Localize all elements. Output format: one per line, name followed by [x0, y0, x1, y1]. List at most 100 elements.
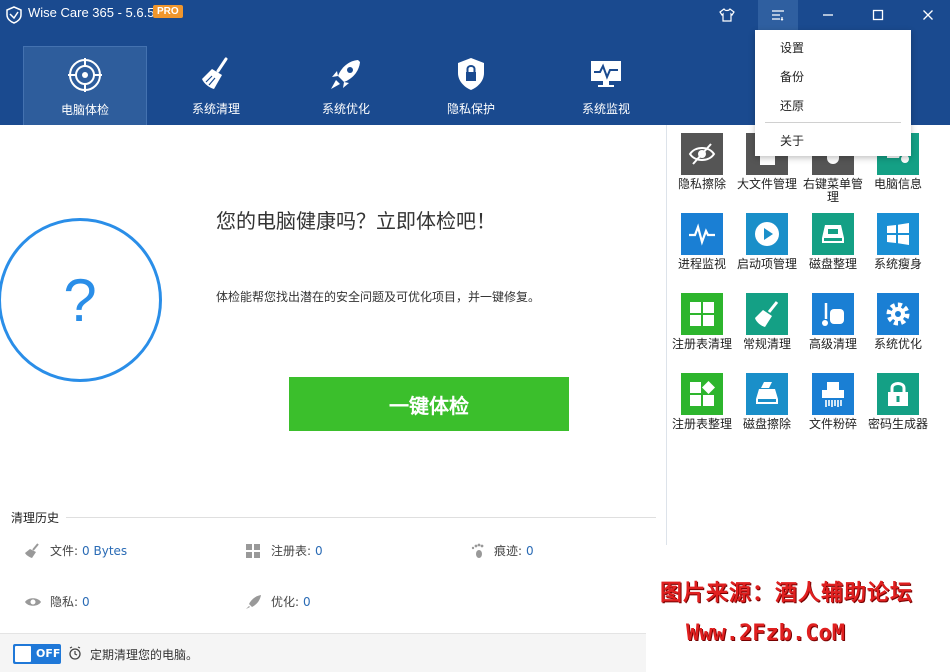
tool-label: 磁盘整理 — [808, 257, 857, 271]
tool-label: 大文件管理 — [736, 177, 797, 191]
page-title: 您的电脑健康吗？立即体检吧！ — [216, 209, 496, 233]
tool-process-monitor[interactable]: 进程监视 — [672, 213, 732, 271]
close-icon — [923, 10, 933, 20]
tab-privacy-protector[interactable]: 隐私保护 — [409, 46, 533, 125]
tool-system-slimming[interactable]: 系统瘦身 — [868, 213, 928, 271]
tool-icon-box — [681, 293, 723, 335]
traces-value: 0 — [526, 543, 534, 558]
tool-privacy-eraser[interactable]: 隐私擦除 — [672, 133, 732, 191]
rocket-icon — [331, 60, 360, 89]
tool-label: 系统优化 — [873, 337, 922, 351]
panel-divider — [666, 125, 667, 545]
tab-label: 系统优化 — [321, 102, 370, 116]
tool-icon-box — [812, 293, 854, 335]
history-title: 清理历史 — [11, 511, 60, 525]
padlock-icon — [888, 382, 908, 406]
tool-registry-defrag[interactable]: 注册表整理 — [672, 373, 732, 431]
grid-blocks-icon — [690, 302, 714, 326]
tool-disk-defrag[interactable]: 磁盘整理 — [803, 213, 863, 271]
tool-registry-cleaner[interactable]: 注册表清理 — [672, 293, 732, 351]
maximize-button[interactable] — [858, 0, 898, 30]
tab-system-monitor[interactable]: 系统监视 — [544, 46, 668, 125]
menu-divider — [765, 122, 901, 123]
tool-icon-box — [746, 373, 788, 415]
history-files: 文件: 0 Bytes — [24, 542, 127, 559]
history-registry: 注册表: 0 — [245, 542, 323, 559]
tool-file-shredder[interactable]: 文件粉碎 — [803, 373, 863, 431]
watermark-line2: Www.2Fzb.CoM — [686, 621, 845, 646]
vacuum-cleaner-icon — [822, 303, 844, 326]
tshirt-icon — [719, 8, 735, 22]
schedule-bar: OFF 定期清理您的电脑。 — [0, 633, 650, 672]
tool-icon-box — [681, 133, 723, 175]
files-label: 文件: — [50, 544, 79, 558]
menu-item-settings[interactable]: 设置 — [780, 39, 804, 56]
tool-label: 注册表整理 — [671, 417, 732, 431]
tool-label: 电脑信息 — [873, 177, 922, 191]
hard-disk-icon — [822, 225, 844, 243]
history-privacy: 隐私: 0 — [24, 593, 90, 610]
monitor-pulse-icon — [591, 61, 621, 87]
tool-disk-eraser[interactable]: 磁盘擦除 — [737, 373, 797, 431]
tab-system-cleaner[interactable]: 系统清理 — [154, 46, 278, 125]
registry-value: 0 — [315, 543, 323, 558]
history-optimize: 优化: 0 — [245, 593, 311, 610]
traces-label: 痕迹: — [494, 544, 523, 558]
disk-eraser-icon — [756, 382, 778, 404]
tab-label: 电脑体检 — [60, 103, 109, 117]
menu-item-restore[interactable]: 还原 — [780, 97, 804, 114]
tool-label: 文件粉碎 — [808, 417, 857, 431]
tab-system-tuneup[interactable]: 系统优化 — [284, 46, 408, 125]
tab-pc-checkup[interactable]: 电脑体检 — [23, 46, 147, 125]
app-title: Wise Care 365 - 5.6.5 — [28, 5, 155, 20]
page-subtitle: 体检能帮您找出潜在的安全问题及可优化项目，并一键修复。 — [216, 290, 541, 304]
title-bar: Wise Care 365 - 5.6.5 PRO — [0, 0, 950, 30]
tool-startup-manager[interactable]: 启动项管理 — [737, 213, 797, 271]
menu-item-backup[interactable]: 备份 — [780, 68, 804, 85]
minimize-icon — [823, 14, 833, 16]
tool-system-optimizer[interactable]: 系统优化 — [868, 293, 928, 351]
pro-badge: PRO — [153, 5, 183, 18]
footprint-icon — [471, 543, 484, 558]
tool-label: 常规清理 — [742, 337, 791, 351]
tool-advanced-cleaner[interactable]: 高级清理 — [803, 293, 863, 351]
radar-target-icon — [68, 58, 102, 92]
toggle-knob — [15, 646, 31, 662]
minimize-button[interactable] — [808, 0, 848, 30]
tool-label: 进程监视 — [677, 257, 726, 271]
broom-icon — [202, 57, 228, 89]
eye-icon — [25, 597, 41, 606]
schedule-toggle[interactable]: OFF — [13, 644, 61, 664]
optimize-label: 优化: — [271, 595, 300, 609]
menu-button[interactable] — [758, 0, 798, 30]
registry-icon — [246, 543, 260, 558]
skin-button[interactable] — [707, 0, 747, 30]
tool-common-cleaner[interactable]: 常规清理 — [737, 293, 797, 351]
tab-label: 系统清理 — [191, 102, 240, 116]
watermark: 图片来源：酒人辅助论坛 Www.2Fzb.CoM — [646, 565, 950, 672]
rocket-small-icon — [246, 594, 261, 609]
tab-label: 隐私保护 — [446, 102, 495, 116]
question-mark-icon: ? — [63, 266, 97, 334]
broom-icon — [755, 301, 779, 327]
tool-label: 隐私擦除 — [677, 177, 726, 191]
close-button[interactable] — [908, 0, 948, 30]
one-click-scan-button[interactable]: 一键体检 — [289, 377, 569, 431]
shield-lock-icon — [458, 58, 484, 90]
tool-label: 磁盘擦除 — [742, 417, 791, 431]
tool-label: 右键菜单管理 — [802, 177, 863, 204]
tool-icon-box — [681, 213, 723, 255]
tool-password-generator[interactable]: 密码生成器 — [868, 373, 928, 431]
tool-icon-box — [812, 213, 854, 255]
privacy-label: 隐私: — [50, 595, 79, 609]
play-circle-icon — [755, 222, 779, 246]
privacy-value: 0 — [82, 594, 90, 609]
eye-slash-icon — [688, 143, 716, 165]
optimize-value: 0 — [303, 594, 311, 609]
tool-icon-box — [877, 373, 919, 415]
tool-icon-box — [681, 373, 723, 415]
menu-item-about[interactable]: 关于 — [780, 132, 804, 149]
main-menu-dropdown: 设置 备份 还原 关于 — [755, 30, 911, 156]
tool-icon-box — [877, 213, 919, 255]
alarm-clock-icon — [69, 646, 81, 660]
